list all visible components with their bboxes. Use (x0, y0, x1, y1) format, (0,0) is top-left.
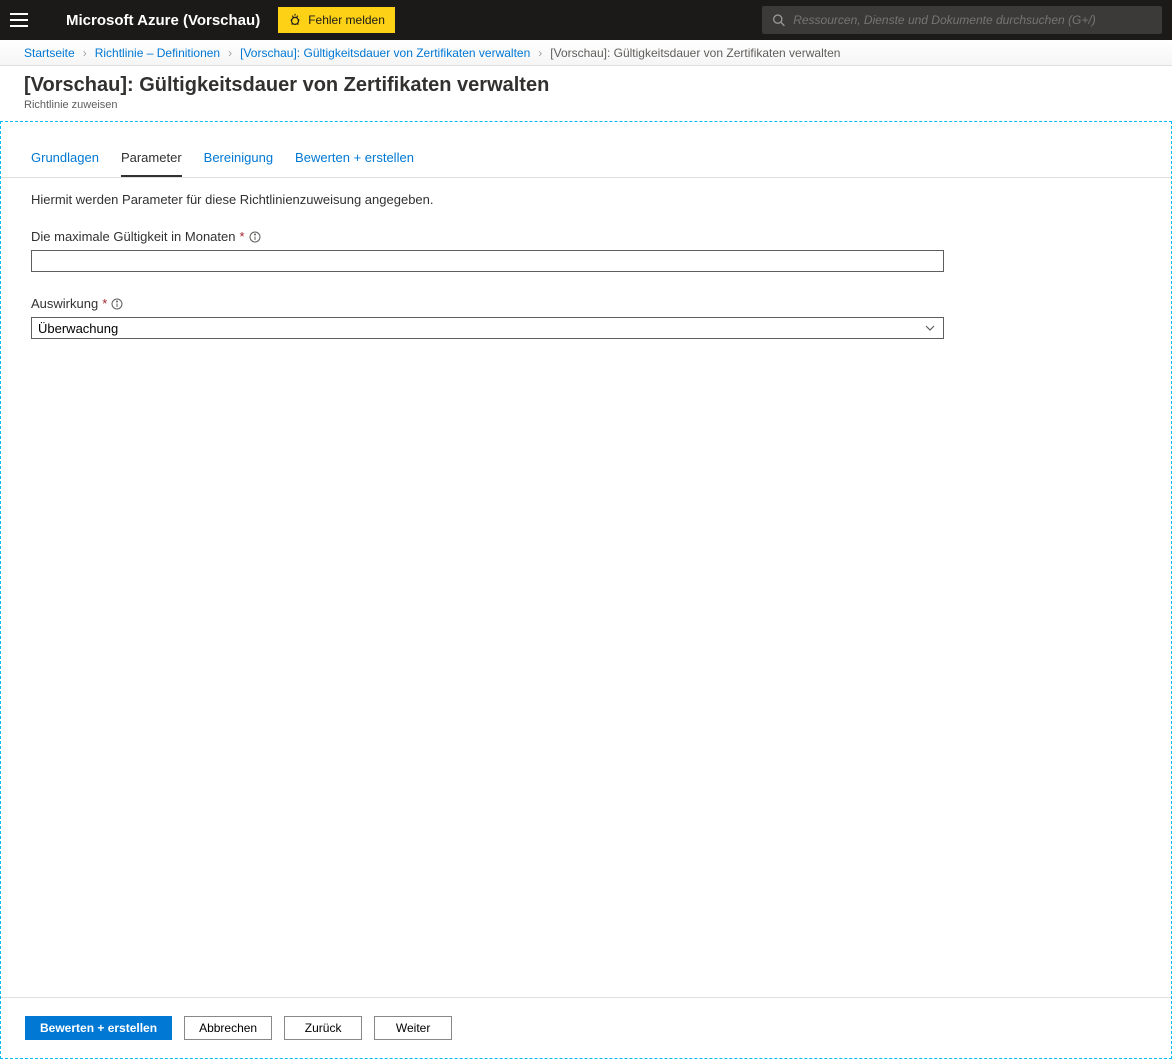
report-error-button[interactable]: Fehler melden (278, 7, 395, 33)
breadcrumb-link-definitions[interactable]: Richtlinie – Definitionen (95, 46, 220, 60)
breadcrumb-current: [Vorschau]: Gültigkeitsdauer von Zertifi… (550, 46, 840, 60)
content-frame: Grundlagen Parameter Bereinigung Bewerte… (0, 121, 1172, 1059)
tab-bewerten-erstellen[interactable]: Bewerten + erstellen (295, 150, 414, 177)
chevron-right-icon: › (83, 46, 87, 60)
breadcrumb: Startseite › Richtlinie – Definitionen ›… (0, 40, 1172, 66)
footer-actions: Bewerten + erstellen Abbrechen Zurück We… (1, 997, 1171, 1058)
breadcrumb-link-policy[interactable]: [Vorschau]: Gültigkeitsdauer von Zertifi… (240, 46, 530, 60)
page-title: [Vorschau]: Gültigkeitsdauer von Zertifi… (24, 74, 1148, 97)
review-create-button[interactable]: Bewerten + erstellen (25, 1016, 172, 1040)
required-indicator: * (102, 296, 107, 311)
search-input[interactable] (793, 13, 1152, 27)
required-indicator: * (239, 229, 244, 244)
next-button[interactable]: Weiter (374, 1016, 452, 1040)
info-icon[interactable] (249, 231, 261, 243)
tab-parameter[interactable]: Parameter (121, 150, 182, 177)
top-bar: Microsoft Azure (Vorschau) Fehler melden (0, 0, 1172, 40)
field-effect: Auswirkung * Überwachung (31, 296, 1141, 339)
report-error-label: Fehler melden (308, 13, 385, 27)
form-intro: Hiermit werden Parameter für diese Richt… (31, 192, 1141, 207)
effect-label: Auswirkung * (31, 296, 1141, 311)
chevron-right-icon: › (538, 46, 542, 60)
max-validity-label: Die maximale Gültigkeit in Monaten * (31, 229, 1141, 244)
max-validity-input[interactable] (31, 250, 944, 272)
bug-icon (288, 13, 302, 27)
search-icon (772, 13, 785, 27)
cancel-button[interactable]: Abbrechen (184, 1016, 272, 1040)
effect-select-wrap: Überwachung (31, 317, 944, 339)
form-area: Hiermit werden Parameter für diese Richt… (1, 178, 1171, 997)
menu-icon[interactable] (10, 13, 28, 27)
chevron-right-icon: › (228, 46, 232, 60)
info-icon[interactable] (111, 298, 123, 310)
brand-title: Microsoft Azure (Vorschau) (66, 12, 260, 29)
global-search[interactable] (762, 6, 1162, 34)
effect-select[interactable]: Überwachung (31, 317, 944, 339)
back-button[interactable]: Zurück (284, 1016, 362, 1040)
tab-bereinigung[interactable]: Bereinigung (204, 150, 273, 177)
page-subtitle: Richtlinie zuweisen (24, 99, 1148, 111)
tabs: Grundlagen Parameter Bereinigung Bewerte… (1, 122, 1171, 178)
page-header: [Vorschau]: Gültigkeitsdauer von Zertifi… (0, 66, 1172, 121)
field-max-validity: Die maximale Gültigkeit in Monaten * (31, 229, 1141, 272)
breadcrumb-link-home[interactable]: Startseite (24, 46, 75, 60)
tab-grundlagen[interactable]: Grundlagen (31, 150, 99, 177)
